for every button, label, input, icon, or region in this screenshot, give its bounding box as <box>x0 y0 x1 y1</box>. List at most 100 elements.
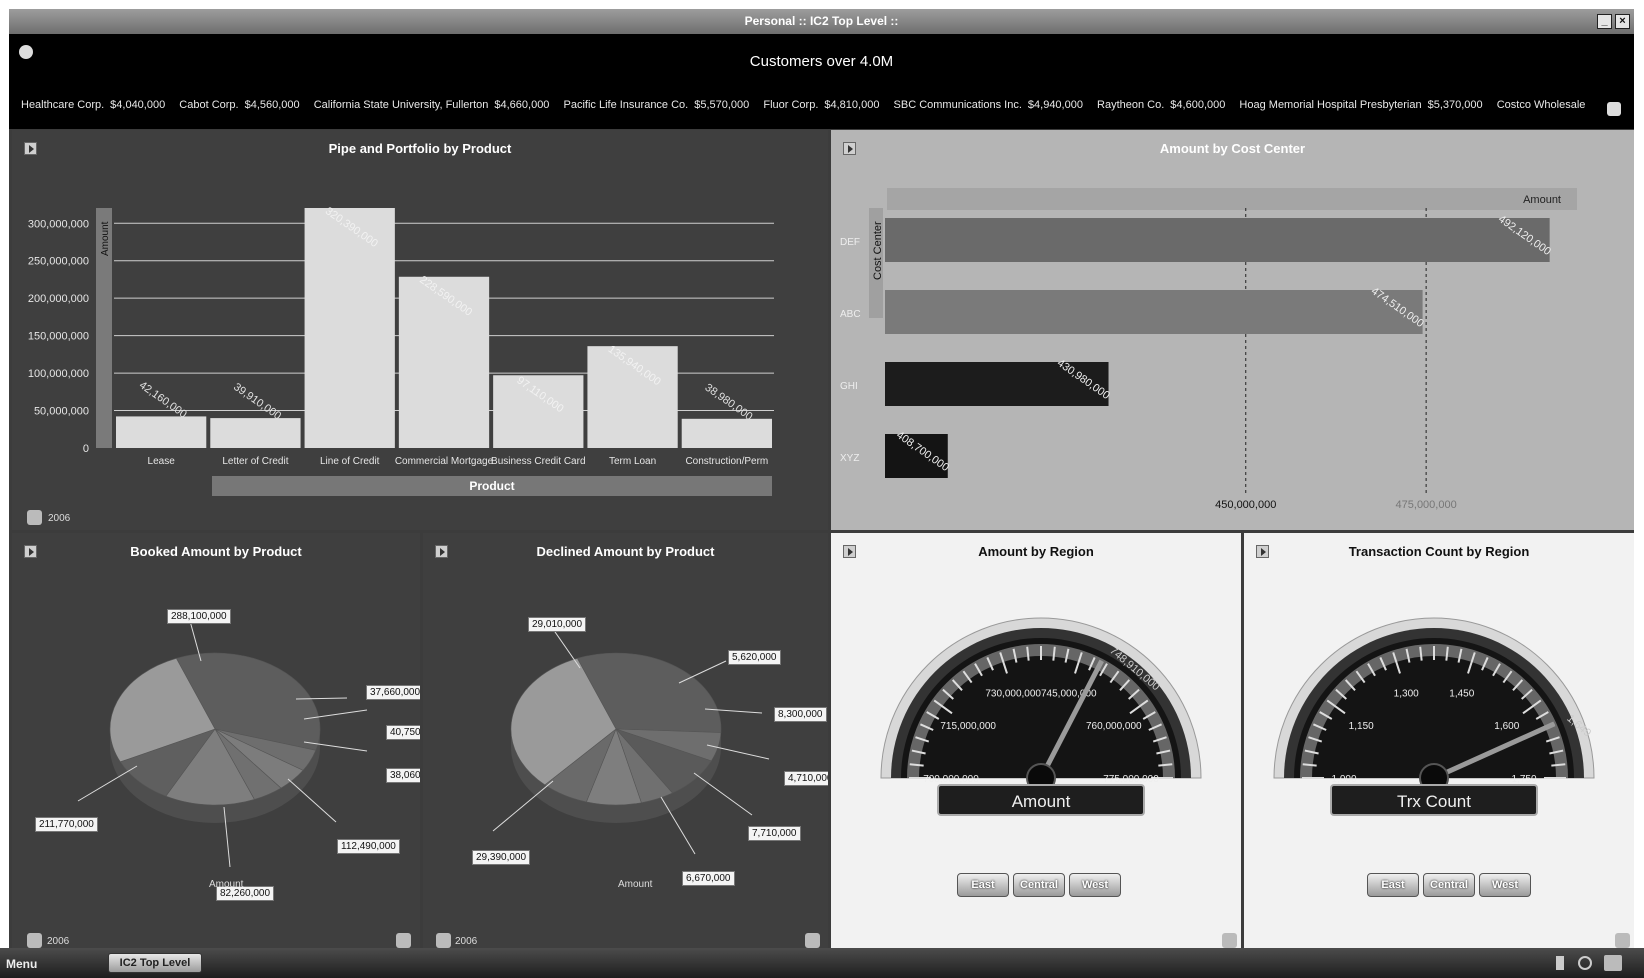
y-tick-label: XYZ <box>840 453 859 464</box>
panel-booked-amount: Booked Amount by Product 288,100,000 37,… <box>12 533 420 957</box>
x-tick-label: Construction/Perm <box>685 456 768 467</box>
ticker-title: Customers over 4.0M <box>749 53 894 70</box>
year-label: 2006 <box>455 936 478 947</box>
ticker-item[interactable]: Pacific Life Insurance Co. $5,570,000 <box>564 99 750 111</box>
customer-ticker: Customers over 4.0M Healthcare Corp. $4,0… <box>9 34 1634 129</box>
ticker-item[interactable]: Healthcare Corp. $4,040,000 <box>21 99 165 111</box>
gauge-label: Trx Count <box>1397 792 1471 811</box>
region-button-group: East Central West <box>1367 873 1531 897</box>
y-tick-label: ABC <box>840 309 861 320</box>
region-button-east[interactable]: East <box>957 873 1009 897</box>
ticker-item[interactable]: California State University, Fullerton $4… <box>314 99 550 111</box>
zoom-icon[interactable] <box>27 510 42 525</box>
pie-center-label: Amount <box>618 879 653 890</box>
pie-leader-line <box>287 778 337 823</box>
panel-declined-amount: Declined Amount by Product 29,010,000 5,… <box>423 533 828 957</box>
pie-data-label: 29,390,000 <box>472 850 531 865</box>
y-tick-label: 300,000,000 <box>28 218 89 230</box>
pie-data-label: 211,770,000 <box>35 817 98 832</box>
y-axis-label: Cost Center <box>872 221 884 280</box>
pie-data-label: 5,620,000 <box>728 650 781 665</box>
ticker-item[interactable]: Hoag Memorial Hospital Presbyterian $5,37… <box>1239 99 1482 111</box>
ticker-expand-icon[interactable] <box>1607 102 1621 116</box>
pin-icon[interactable] <box>1556 956 1564 970</box>
pie-data-label: 38,060,000 <box>386 768 420 783</box>
ticker-item[interactable]: SBC Communications Inc. $4,940,000 <box>894 99 1083 111</box>
y-tick-label: 100,000,000 <box>28 368 89 380</box>
minimize-icon[interactable]: _ <box>1597 14 1612 29</box>
close-icon[interactable]: × <box>1615 14 1630 29</box>
bar <box>398 276 490 448</box>
pie-center-label: Amount <box>209 879 244 890</box>
y-tick-label: DEF <box>840 237 860 248</box>
cost-center-bar-chart: Amount Cost Center 450,000,000 475,000,000 D… <box>840 188 1577 511</box>
x-axis-label: Product <box>469 479 514 493</box>
expand-icon[interactable] <box>805 933 820 948</box>
bar <box>885 218 1550 262</box>
taskbar-tab-ic2[interactable]: IC2 Top Level <box>108 953 202 973</box>
bar <box>681 418 772 448</box>
gauge-tick-label: 730,000,000 <box>985 688 1041 699</box>
gauge-label: Amount <box>1012 792 1071 811</box>
x-tick-label: Lease <box>148 456 176 467</box>
year-label: 2006 <box>47 936 70 947</box>
x-tick-label: Commercial Mortgage <box>395 456 494 467</box>
x-tick-label: Term Loan <box>609 456 656 467</box>
x-axis-header <box>887 188 1577 210</box>
pie-data-label: 6,670,000 <box>682 871 735 886</box>
gauge-tick-label: 715,000,000 <box>940 721 996 732</box>
pie-leader-line <box>678 660 727 684</box>
gauge-tick-label: 1,000 <box>1331 774 1356 785</box>
y-tick-label: 150,000,000 <box>28 331 89 343</box>
expand-icon[interactable] <box>1615 933 1630 948</box>
bar-value-label: 38,980,000 <box>703 382 755 423</box>
ticker-item[interactable]: Costco Wholesale <box>1497 99 1586 111</box>
region-button-central[interactable]: Central <box>1013 873 1065 897</box>
pie-data-label: 8,300,000 <box>774 707 827 722</box>
declined-pie-chart <box>492 628 770 855</box>
panel-amount-region: Amount by Region 700,000,000 715,000,000 7… <box>831 533 1241 957</box>
pie-data-label: 40,750,000 <box>386 725 420 740</box>
gauge-tick-label: 1,300 <box>1394 688 1419 699</box>
region-button-west[interactable]: West <box>1069 873 1121 897</box>
region-button-west[interactable]: West <box>1479 873 1531 897</box>
zoom-icon[interactable] <box>436 933 451 948</box>
gauge-tick-label: 1,750 <box>1511 774 1536 785</box>
menu-button[interactable]: Menu <box>6 957 37 971</box>
bar-value-label: 39,910,000 <box>231 381 283 422</box>
panel-transaction-count: Transaction Count by Region 1,000 1,150 1,… <box>1244 533 1634 957</box>
y-tick-label: 0 <box>83 443 89 455</box>
bar <box>116 416 207 448</box>
zoom-icon[interactable] <box>27 933 42 948</box>
window-title: Personal :: IC2 Top Level :: <box>744 14 899 28</box>
pie-data-label: 112,490,000 <box>337 839 400 854</box>
x-tick-label: Line of Credit <box>320 456 380 467</box>
x-tick-label: 475,000,000 <box>1396 499 1457 511</box>
bar-value-label: 42,160,000 <box>137 379 189 420</box>
y-tick-label: GHI <box>840 381 858 392</box>
refresh-icon[interactable] <box>1578 956 1592 970</box>
expand-icon[interactable] <box>1222 933 1237 948</box>
ticker-item[interactable]: Raytheon Co. $4,600,000 <box>1097 99 1225 111</box>
expand-icon[interactable] <box>396 933 411 948</box>
region-button-central[interactable]: Central <box>1423 873 1475 897</box>
y-axis-label: Amount <box>100 221 111 256</box>
x-axis-label: Amount <box>1523 194 1561 206</box>
pie-data-label: 288,100,000 <box>167 609 231 624</box>
x-tick-label: Letter of Credit <box>222 456 288 467</box>
settings-icon[interactable] <box>1604 955 1622 971</box>
region-button-east[interactable]: East <box>1367 873 1419 897</box>
bar <box>210 418 301 448</box>
x-tick-label: Business Credit Card <box>491 456 585 467</box>
pipe-bar-chart: 0 50,000,000 100,000,000 150,000,000 200,000… <box>28 205 774 496</box>
pie-data-label: 29,010,000 <box>528 617 587 632</box>
gauge-tick-label: 700,000,000 <box>923 774 979 785</box>
gauge-tick-label: 775,000,000 <box>1103 774 1159 785</box>
window-titlebar: Personal :: IC2 Top Level :: _ × <box>9 9 1634 34</box>
ticker-item[interactable]: Fluor Corp. $4,810,000 <box>763 99 879 111</box>
pie-data-label: 7,710,000 <box>748 826 801 841</box>
ticker-item[interactable]: Cabot Corp. $4,560,000 <box>179 99 299 111</box>
gauge-tick-label: 760,000,000 <box>1086 721 1142 732</box>
bar <box>885 290 1423 334</box>
region-button-group: East Central West <box>957 873 1121 897</box>
